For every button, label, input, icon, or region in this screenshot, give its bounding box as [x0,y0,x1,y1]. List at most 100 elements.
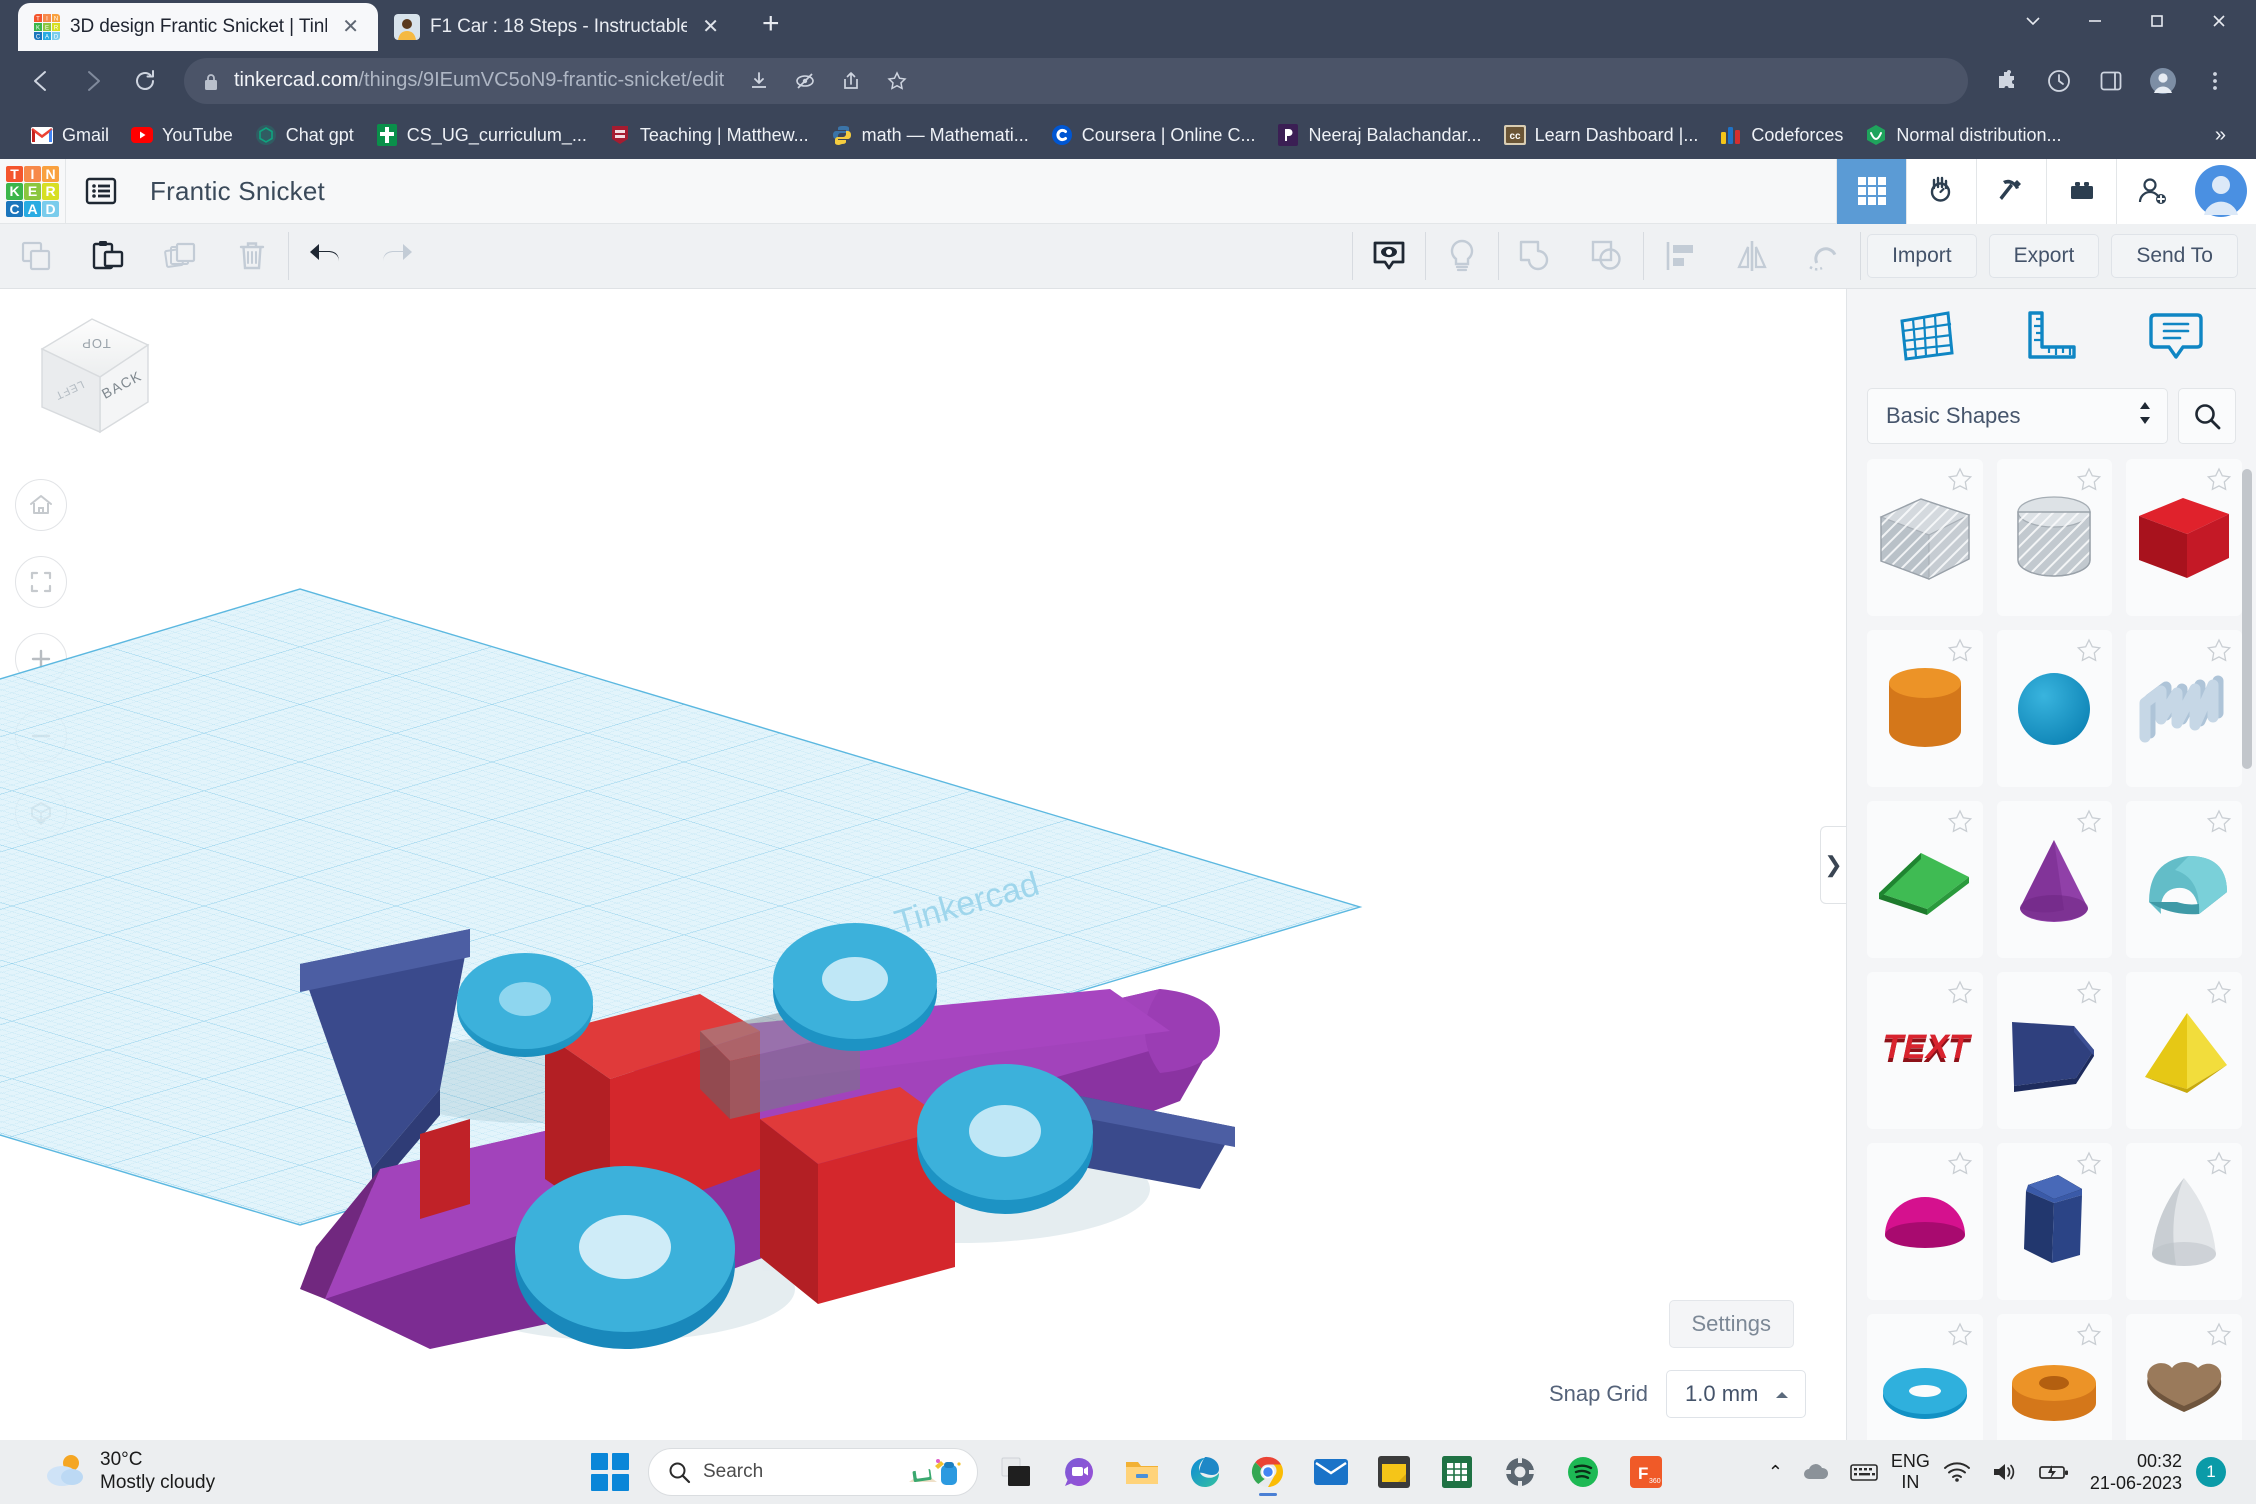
light-bulb-button[interactable] [1426,224,1498,289]
bookmark-gmail[interactable]: Gmail [20,119,120,151]
shape-wedge[interactable] [1997,972,2113,1129]
favorite-star-icon[interactable] [1947,1322,1973,1348]
ungroup-button[interactable] [1571,224,1643,289]
group-button[interactable] [1499,224,1571,289]
address-bar[interactable]: tinkercad.com/things/9IEumVC5oN9-frantic… [184,58,1968,104]
bookmark-star-icon[interactable] [876,60,918,102]
settings-gear-icon[interactable] [2036,58,2082,104]
tray-expand-icon[interactable]: ⌃ [1762,1462,1789,1483]
sidepanel-icon[interactable] [2088,58,2134,104]
edge-icon[interactable] [1180,1447,1230,1497]
start-button[interactable] [585,1447,635,1497]
favorite-star-icon[interactable] [2206,809,2232,835]
snap-grid-select[interactable]: 1.0 mm [1666,1370,1806,1418]
lego-brick-icon[interactable] [2046,159,2116,224]
search-button[interactable] [2178,388,2236,444]
mirror-button[interactable] [1716,224,1788,289]
bookmarks-overflow-button[interactable]: » [2205,120,2236,151]
export-button[interactable]: Export [1989,234,2100,278]
favorite-star-icon[interactable] [2206,1151,2232,1177]
favorite-star-icon[interactable] [2206,980,2232,1006]
shape-tube[interactable] [1997,1314,2113,1440]
scrollbar-thumb[interactable] [2242,469,2252,769]
bookmark-piazza[interactable]: Neeraj Balachandar... [1266,119,1492,151]
chrome-menu-icon[interactable] [2192,58,2238,104]
forward-button[interactable] [70,58,116,104]
bookmark-learn-dashboard[interactable]: cc Learn Dashboard |... [1493,119,1710,151]
onedrive-icon[interactable] [1795,1461,1837,1483]
import-button[interactable]: Import [1867,234,1977,278]
shape-list[interactable]: TEXT TEXT [1847,453,2256,1440]
task-view-icon[interactable] [991,1447,1041,1497]
maximize-button[interactable] [2126,1,2188,41]
shape-cylinder[interactable] [1867,630,1983,787]
chrome-icon[interactable] [1243,1447,1293,1497]
minimize-button[interactable] [2064,1,2126,41]
new-tab-button[interactable]: + [754,7,788,41]
volume-icon[interactable] [1984,1460,2026,1484]
favorite-star-icon[interactable] [2206,638,2232,664]
shape-list-scrollbar[interactable] [2244,461,2254,1432]
favorite-star-icon[interactable] [2076,1322,2102,1348]
favorite-star-icon[interactable] [1947,638,1973,664]
favorite-star-icon[interactable] [1947,1151,1973,1177]
mail-icon[interactable] [1306,1447,1356,1497]
download-icon[interactable] [738,60,780,102]
3d-viewport[interactable]: TOP BACK LEFT [0,289,1846,1440]
excel-icon[interactable] [1432,1447,1482,1497]
chevron-down-icon[interactable] [2002,1,2064,41]
clock[interactable]: 00:32 21-06-2023 [2082,1450,2190,1495]
align-button[interactable] [1644,224,1716,289]
close-icon[interactable]: ✕ [337,14,364,40]
magnet-button[interactable] [1788,224,1860,289]
notes-icon[interactable] [1369,1447,1419,1497]
shape-hemisphere[interactable] [1867,1143,1983,1300]
duplicate-button[interactable] [144,224,216,289]
redo-button[interactable] [361,224,433,289]
ruler-icon[interactable] [2012,299,2090,371]
favorite-star-icon[interactable] [1947,809,1973,835]
collapse-panel-button[interactable]: ❯ [1820,826,1846,904]
shape-cone[interactable] [1997,801,2113,958]
back-button[interactable] [18,58,64,104]
invite-user-icon[interactable] [2116,159,2186,224]
bookmark-math[interactable]: math — Mathemati... [820,119,1040,151]
language-indicator[interactable]: ENG IN [1891,1451,1930,1492]
user-avatar[interactable] [2186,159,2256,224]
project-menu-button[interactable] [66,159,136,224]
taskbar-search[interactable]: Search [648,1448,978,1496]
settings-button[interactable]: Settings [1669,1300,1795,1348]
workplane-grid-icon[interactable] [1888,299,1966,371]
shape-torus[interactable] [1867,1314,1983,1440]
close-icon[interactable]: ✕ [697,14,724,40]
shape-category-select[interactable]: Basic Shapes [1867,388,2168,444]
browser-tab-instructables[interactable]: F1 Car : 18 Steps - Instructables ✕ [378,3,738,51]
shape-half-cylinder[interactable] [2126,801,2242,958]
shape-pyramid[interactable] [2126,972,2242,1129]
browser-tab-tinkercad[interactable]: T I N K E R C A D 3D design Frantic Snic… [18,3,378,51]
shape-roof[interactable] [1867,801,1983,958]
delete-button[interactable] [216,224,288,289]
undo-button[interactable] [289,224,361,289]
weather-widget[interactable]: 30°C Mostly cloudy [12,1449,215,1495]
shape-box-hole[interactable] [1867,459,1983,616]
paste-button[interactable] [72,224,144,289]
copy-button[interactable] [0,224,72,289]
bookmark-teaching[interactable]: Teaching | Matthew... [598,119,820,151]
favorite-star-icon[interactable] [1947,467,1973,493]
tinkercad-logo-icon[interactable]: T I N K E R C A D [0,159,65,224]
bookmark-normal-distribution[interactable]: Normal distribution... [1854,119,2072,151]
note-bubble-icon[interactable] [2137,299,2215,371]
keyboard-icon[interactable] [1843,1461,1885,1483]
gear-icon[interactable] [1495,1447,1545,1497]
bookmark-chatgpt[interactable]: Chat gpt [244,119,365,151]
favorite-star-icon[interactable] [2076,809,2102,835]
send-to-button[interactable]: Send To [2111,234,2238,278]
favorite-star-icon[interactable] [2076,467,2102,493]
chat-icon[interactable] [1054,1447,1104,1497]
wifi-icon[interactable] [1936,1460,1978,1484]
folder-icon[interactable] [1117,1447,1167,1497]
shape-paraboloid[interactable] [2126,1143,2242,1300]
profile-avatar[interactable] [2140,58,2186,104]
show-hide-button[interactable] [1353,224,1425,289]
